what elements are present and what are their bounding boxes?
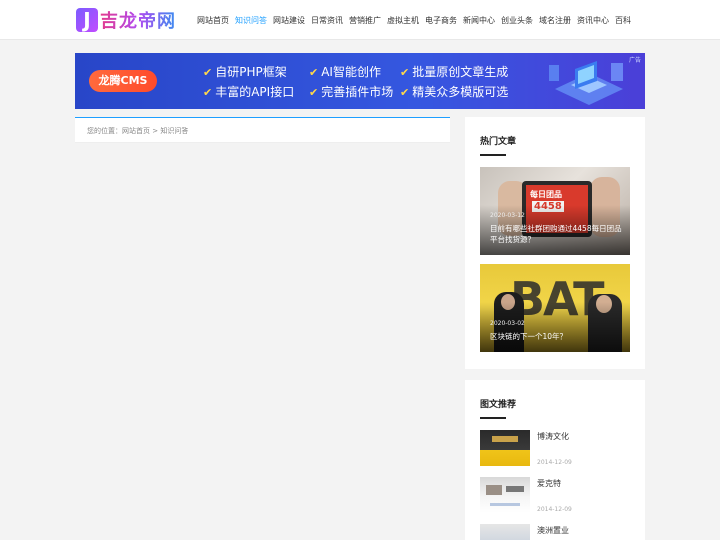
- hot-article-title[interactable]: 目前有哪些社群团购通过4458每日团品平台找货源？: [490, 223, 622, 245]
- hot-article-card[interactable]: BAT 2020-03-02 区块链的下一个10年？: [480, 264, 630, 352]
- check-icon: ✔: [400, 66, 410, 79]
- nav-item[interactable]: 知识问答: [235, 15, 267, 26]
- nav-item[interactable]: 资讯中心: [577, 15, 609, 26]
- breadcrumb-separator: >: [150, 127, 161, 135]
- recommended-date: 2014-12-09: [537, 506, 572, 513]
- nav-item[interactable]: 域名注册: [539, 15, 571, 26]
- nav-item[interactable]: 网站建设: [273, 15, 305, 26]
- ad-label: 广告: [628, 57, 641, 64]
- nav-item[interactable]: 营销推广: [349, 15, 381, 26]
- logo-text: 吉龙帝网: [100, 7, 176, 33]
- nav-item[interactable]: 电子商务: [425, 15, 457, 26]
- ad-banner[interactable]: 龙腾CMS ✔ 自研PHP框架 ✔ AI智能创作 ✔ 批量原创文章生成 ✔ 丰富的API…: [75, 53, 645, 109]
- check-icon: ✔: [400, 86, 410, 99]
- breadcrumb-current-link[interactable]: 知识问答: [160, 127, 188, 135]
- nav-item[interactable]: 新闻中心: [463, 15, 495, 26]
- recommended-panel: 图文推荐 博涛文化 2014-12-09 爱克特 2014-12-09 澳洲置业: [465, 380, 645, 540]
- nav-item[interactable]: 创业头条: [501, 15, 533, 26]
- banner-feature-text: 批量原创文章生成: [412, 65, 509, 79]
- recommended-title: 图文推荐: [480, 400, 517, 410]
- nav-item[interactable]: 网站首页: [197, 15, 229, 26]
- recommended-thumbnail: [480, 524, 530, 540]
- check-icon: ✔: [203, 66, 213, 79]
- banner-feature: ✔ 精美众多模版可选: [400, 83, 508, 100]
- nav-item[interactable]: 百科: [615, 15, 631, 26]
- main-nav: 网站首页 知识问答 网站建设 日常资讯 营销推广 虚拟主机 电子商务 新闻中心 创业头条 域名注册…: [197, 0, 637, 40]
- check-icon: ✔: [309, 86, 319, 99]
- image-overlay: [480, 302, 630, 352]
- hot-article-date: 2020-03-12: [490, 212, 525, 219]
- banner-feature-text: 丰富的API接口: [215, 85, 295, 99]
- recommended-date: 2014-12-09: [537, 459, 572, 466]
- banner-logo: 龙腾CMS: [89, 70, 157, 92]
- recommended-thumbnail: [480, 430, 530, 466]
- banner-feature: ✔ 丰富的API接口: [203, 83, 294, 100]
- check-icon: ✔: [203, 86, 213, 99]
- banner-feature-text: 精美众多模版可选: [412, 85, 509, 99]
- recommended-item[interactable]: 爱克特 2014-12-09: [480, 477, 630, 515]
- title-underline: [480, 417, 506, 419]
- site-logo[interactable]: J 吉龙帝网: [76, 7, 176, 33]
- breadcrumb-prefix: 您的位置：: [87, 127, 122, 135]
- title-underline: [480, 154, 506, 156]
- banner-feature: ✔ 批量原创文章生成: [400, 63, 508, 80]
- hot-article-card[interactable]: 每日团品 4458 2020-03-12 目前有哪些社群团购通过4458每日团品…: [480, 167, 630, 255]
- recommended-name[interactable]: 爱克特: [537, 478, 561, 489]
- breadcrumb-bar: 您的位置：网站首页 > 知识问答: [75, 117, 450, 143]
- nav-item[interactable]: 日常资讯: [311, 15, 343, 26]
- banner-feature-text: 自研PHP框架: [215, 65, 287, 79]
- logo-mark: J: [76, 8, 98, 32]
- banner-feature-text: 完善插件市场: [321, 85, 394, 99]
- recommended-name[interactable]: 澳洲置业: [537, 525, 569, 536]
- check-icon: ✔: [309, 66, 319, 79]
- hot-article-date: 2020-03-02: [490, 320, 525, 327]
- recommended-thumbnail: [480, 477, 530, 513]
- breadcrumb-home-link[interactable]: 网站首页: [122, 127, 150, 135]
- breadcrumb: 您的位置：网站首页 > 知识问答: [87, 126, 188, 136]
- image-label: 每日团品: [530, 190, 562, 199]
- banner-feature-text: AI智能创作: [321, 65, 381, 79]
- recommended-name[interactable]: 博涛文化: [537, 431, 569, 442]
- laptop-illustration-icon: [549, 61, 623, 105]
- nav-item[interactable]: 虚拟主机: [387, 15, 419, 26]
- recommended-item[interactable]: 澳洲置业: [480, 524, 630, 540]
- hot-articles-title: 热门文章: [480, 137, 517, 147]
- hot-articles-panel: 热门文章 每日团品 4458 2020-03-12 目前有哪些社群团购通过445…: [465, 117, 645, 369]
- banner-feature: ✔ AI智能创作: [309, 63, 381, 80]
- site-header: J 吉龙帝网 网站首页 知识问答 网站建设 日常资讯 营销推广 虚拟主机 电子商务 新闻中心创…: [0, 0, 720, 40]
- banner-feature: ✔ 自研PHP框架: [203, 63, 287, 80]
- recommended-item[interactable]: 博涛文化 2014-12-09: [480, 430, 630, 468]
- banner-feature: ✔ 完善插件市场: [309, 83, 393, 100]
- hot-article-title[interactable]: 区块链的下一个10年？: [490, 331, 622, 342]
